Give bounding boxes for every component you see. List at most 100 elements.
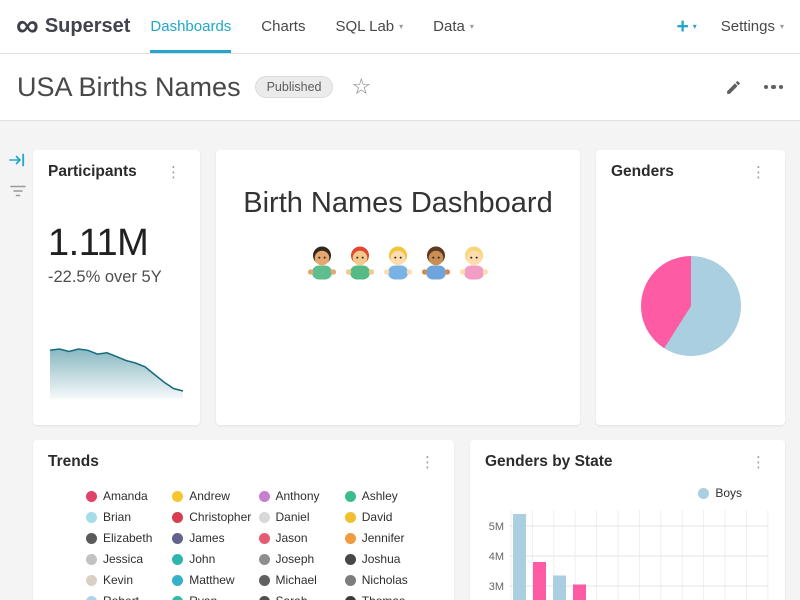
series-color-dot <box>86 575 97 586</box>
series-name: Nicholas <box>362 573 408 587</box>
series-name: Daniel <box>276 510 310 524</box>
trends-legend-item[interactable]: Michael <box>259 573 345 587</box>
trends-legend-item[interactable]: Christopher <box>172 510 258 524</box>
trends-legend-item[interactable]: Sarah <box>259 594 345 600</box>
series-name: Thomas <box>362 594 405 600</box>
trends-legend-item[interactable]: Elizabeth <box>86 531 172 545</box>
series-color-dot <box>86 491 97 502</box>
trends-legend-item[interactable]: Amanda <box>86 489 172 503</box>
series-name: Jennifer <box>362 531 405 545</box>
trends-legend-item[interactable]: Andrew <box>172 489 258 503</box>
card-genders-by-state: Genders by State ⋮ Boys 5M4M3M <box>470 440 785 600</box>
favorite-star-icon[interactable]: ☆ <box>351 76 371 98</box>
header-actions <box>725 79 784 96</box>
chevron-down-icon: ▾ <box>399 23 403 31</box>
series-name: Elizabeth <box>103 531 152 545</box>
gxs-legend-item-boys[interactable]: Boys <box>485 486 770 500</box>
nav-label: Dashboards <box>150 18 231 35</box>
series-color-dot <box>698 488 709 499</box>
series-name: Joshua <box>362 552 401 566</box>
series-name: Ryan <box>189 594 217 600</box>
nav-label: Data <box>433 18 465 35</box>
series-name: Andrew <box>189 489 230 503</box>
main-nav: Dashboards Charts SQL Lab ▾ Data ▾ <box>150 0 473 53</box>
series-name: James <box>189 531 224 545</box>
big-number-value: 1.11M <box>48 222 185 265</box>
series-color-dot <box>345 512 356 523</box>
series-name: Christopher <box>189 510 251 524</box>
expand-filter-bar-button[interactable] <box>9 152 26 168</box>
chevron-down-icon: ▾ <box>470 23 474 31</box>
trends-legend-item[interactable]: Nicholas <box>345 573 431 587</box>
series-name: John <box>189 552 215 566</box>
series-name: Boys <box>715 486 742 500</box>
trends-legend-item[interactable]: Jason <box>259 531 345 545</box>
trends-legend-item[interactable]: Joshua <box>345 552 431 566</box>
series-color-dot <box>172 512 183 523</box>
arrow-right-to-bar-icon <box>9 152 26 168</box>
nav-charts[interactable]: Charts <box>261 0 305 53</box>
series-color-dot <box>259 596 270 600</box>
card-trends: Trends ⋮ Amanda Andrew Anthony Ashley Brian C… <box>33 440 454 600</box>
series-name: Ashley <box>362 489 398 503</box>
series-name: Kevin <box>103 573 133 587</box>
kebab-menu-icon[interactable]: ⋮ <box>416 453 439 472</box>
trends-legend-item[interactable]: Anthony <box>259 489 345 503</box>
genders-by-state-bar-chart[interactable]: 5M4M3M <box>485 504 770 600</box>
filter-icon[interactable] <box>10 184 26 198</box>
child-figure-icon <box>343 244 377 289</box>
trends-legend-item[interactable]: Ryan <box>172 594 258 600</box>
series-color-dot <box>345 554 356 565</box>
participants-trend-sparkline[interactable] <box>48 343 185 399</box>
big-number-subheader: -22.5% over 5Y <box>48 268 185 287</box>
series-name: Jason <box>276 531 308 545</box>
settings-menu[interactable]: Settings ▾ <box>721 18 784 35</box>
series-name: Matthew <box>189 573 234 587</box>
plus-icon: + <box>677 16 689 37</box>
trends-legend-item[interactable]: Kevin <box>86 573 172 587</box>
new-item-button[interactable]: + ▾ <box>677 16 697 37</box>
brand-name: Superset <box>45 15 131 38</box>
kebab-menu-icon[interactable]: ⋮ <box>162 163 185 182</box>
edit-dashboard-button[interactable] <box>725 79 742 96</box>
nav-label: SQL Lab <box>335 18 394 35</box>
dashboard-header: USA Births Names Published ☆ <box>0 54 800 121</box>
superset-logo[interactable]: ∞ Superset <box>16 0 130 53</box>
trends-legend-item[interactable]: John <box>172 552 258 566</box>
card-title: Genders <box>611 163 674 181</box>
chevron-down-icon: ▾ <box>693 23 697 31</box>
nav-data[interactable]: Data ▾ <box>433 0 474 53</box>
series-color-dot <box>259 491 270 502</box>
trends-legend-item[interactable]: Jennifer <box>345 531 431 545</box>
trends-legend-item[interactable]: David <box>345 510 431 524</box>
dashboard-grid: Participants ⋮ 1.11M -22.5% over 5Y Birt… <box>0 121 800 600</box>
series-color-dot <box>259 575 270 586</box>
nav-dashboards[interactable]: Dashboards <box>150 0 231 53</box>
svg-text:5M: 5M <box>489 521 504 533</box>
series-color-dot <box>345 491 356 502</box>
trends-legend-item[interactable]: Thomas <box>345 594 431 600</box>
series-name: Michael <box>276 573 317 587</box>
trends-legend-item[interactable]: Robert <box>86 594 172 600</box>
genders-pie-chart[interactable] <box>641 256 741 356</box>
series-color-dot <box>172 533 183 544</box>
kebab-menu-icon[interactable]: ⋮ <box>747 453 770 472</box>
series-name: Robert <box>103 594 139 600</box>
card-participants: Participants ⋮ 1.11M -22.5% over 5Y <box>33 150 200 425</box>
filter-rail <box>9 152 26 198</box>
kebab-menu-icon[interactable]: ⋮ <box>747 163 770 182</box>
trends-legend-item[interactable]: Daniel <box>259 510 345 524</box>
trends-legend-item[interactable]: Jessica <box>86 552 172 566</box>
nav-sql-lab[interactable]: SQL Lab ▾ <box>335 0 403 53</box>
pencil-icon <box>725 79 742 96</box>
trends-legend-item[interactable]: Ashley <box>345 489 431 503</box>
published-badge[interactable]: Published <box>255 76 334 98</box>
card-title: Trends <box>48 453 99 471</box>
trends-legend-item[interactable]: James <box>172 531 258 545</box>
trends-legend-item[interactable]: Matthew <box>172 573 258 587</box>
trends-legend-item[interactable]: Brian <box>86 510 172 524</box>
series-name: Anthony <box>276 489 320 503</box>
trends-legend-item[interactable]: Joseph <box>259 552 345 566</box>
series-name: Sarah <box>276 594 308 600</box>
more-options-icon[interactable] <box>764 79 784 96</box>
